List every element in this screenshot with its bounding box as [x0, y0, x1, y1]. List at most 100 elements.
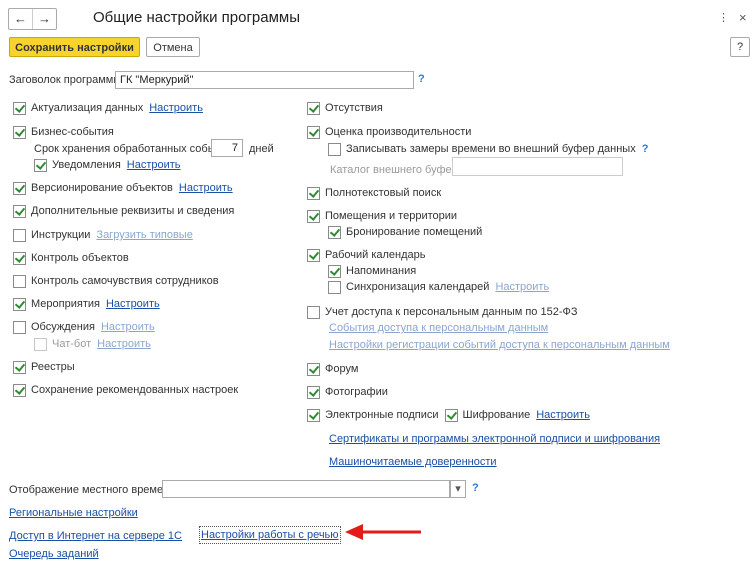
chatbot-checkbox[interactable]	[34, 337, 47, 351]
registers-row: Реестры	[13, 359, 75, 375]
cancel-button[interactable]: Отмена	[146, 37, 200, 57]
forward-icon[interactable]: →	[32, 9, 56, 29]
buffer-record-label: Записывать замеры времени во внешний буф…	[346, 143, 636, 155]
pd-access-row: Учет доступа к персональным данным по 15…	[307, 304, 578, 320]
pd-settings-link[interactable]: Настройки регистрации событий доступа к …	[329, 339, 670, 351]
versioning-row: Версионирование объектов Настроить	[13, 180, 233, 196]
registers-checkbox[interactable]	[13, 360, 26, 374]
reminders-checkbox[interactable]	[328, 264, 341, 278]
speech-settings-link[interactable]: Настройки работы с речью	[201, 529, 339, 541]
encryption-configure-link[interactable]: Настроить	[536, 409, 590, 421]
instructions-row: Инструкции Загрузить типовые	[13, 227, 193, 243]
calendar-sync-label: Синхронизация календарей	[346, 281, 490, 293]
extra-attrs-checkbox[interactable]	[13, 204, 26, 218]
photos-checkbox[interactable]	[307, 385, 320, 399]
pd-access-checkbox[interactable]	[307, 305, 320, 319]
calendar-sync-checkbox[interactable]	[328, 280, 341, 294]
recommended-checkbox[interactable]	[13, 383, 26, 397]
annotation-arrow-icon	[345, 524, 421, 540]
actualization-row: Актуализация данных Настроить	[13, 100, 203, 116]
buffer-catalog-input[interactable]	[452, 157, 623, 176]
events-row: Мероприятия Настроить	[13, 296, 160, 312]
notifications-configure-link[interactable]: Настроить	[127, 159, 181, 171]
chatbot-configure-link[interactable]: Настроить	[97, 338, 151, 350]
forum-checkbox[interactable]	[307, 362, 320, 376]
program-title-row: Заговолок программы:	[9, 72, 124, 88]
poa-link[interactable]: Машиночитаемые доверенности	[329, 456, 497, 468]
calendar-label: Рабочий календарь	[325, 249, 426, 261]
instructions-load-link[interactable]: Загрузить типовые	[96, 229, 192, 241]
local-time-select[interactable]	[162, 480, 450, 498]
retention-row: Срок хранения обработанных событий:	[34, 141, 236, 157]
dropdown-chevron-icon[interactable]: ▾	[450, 480, 466, 498]
wellbeing-checkbox[interactable]	[13, 274, 26, 288]
premises-label: Помещения и территории	[325, 210, 458, 222]
chatbot-row: Чат-бот Настроить	[34, 336, 151, 352]
extra-attrs-row: Дополнительные реквизиты и сведения	[13, 203, 234, 219]
back-icon[interactable]: ←	[9, 9, 32, 29]
encryption-checkbox[interactable]	[444, 408, 458, 422]
calendar-checkbox[interactable]	[307, 248, 320, 262]
encryption-label: Шифрование	[462, 409, 531, 421]
program-title-input[interactable]: ГК "Меркурий"	[115, 71, 414, 89]
jobs-row: Очередь заданий	[9, 546, 99, 562]
versioning-configure-link[interactable]: Настроить	[179, 182, 233, 194]
performance-checkbox[interactable]	[307, 125, 320, 139]
absences-checkbox[interactable]	[307, 101, 320, 115]
save-settings-button[interactable]: Сохранить настройки	[9, 37, 140, 57]
actualization-configure-link[interactable]: Настроить	[149, 102, 203, 114]
retention-unit-row: дней	[249, 141, 274, 157]
discussions-configure-link[interactable]: Настроить	[101, 321, 155, 333]
local-time-help-icon[interactable]: ?	[472, 482, 479, 494]
pd-events-row: События доступа к персональным данным	[329, 320, 548, 336]
premises-checkbox[interactable]	[307, 209, 320, 223]
reminders-label: Напоминания	[346, 265, 417, 277]
certs-link[interactable]: Сертификаты и программы электронной подп…	[329, 433, 660, 445]
events-checkbox[interactable]	[13, 297, 26, 311]
buffer-catalog-row: Каталог внешнего буфера:	[330, 162, 467, 178]
discussions-checkbox[interactable]	[13, 320, 26, 334]
versioning-label: Версионирование объектов	[31, 182, 173, 194]
events-configure-link[interactable]: Настроить	[106, 298, 160, 310]
wellbeing-label: Контроль самочувствия сотрудников	[31, 275, 219, 287]
buffer-record-help-icon[interactable]: ?	[642, 143, 649, 155]
business-events-row: Бизнес-события	[13, 124, 114, 140]
chatbot-label: Чат-бот	[52, 338, 92, 350]
internet-access-link[interactable]: Доступ в Интернет на сервере 1С	[9, 530, 182, 542]
local-time-row: Отображение местного времени:	[9, 482, 178, 498]
booking-checkbox[interactable]	[328, 225, 341, 239]
discussions-row: Обсуждения Настроить	[13, 319, 155, 335]
help-button[interactable]: ?	[730, 37, 750, 57]
fulltext-label: Полнотекстовый поиск	[325, 187, 442, 199]
buffer-record-checkbox[interactable]	[328, 142, 341, 156]
close-icon[interactable]: ×	[739, 10, 747, 25]
more-icon[interactable]: ⋮	[718, 11, 729, 24]
booking-label: Бронирование помещений	[346, 226, 483, 238]
recommended-label: Сохранение рекомендованных настроек	[31, 384, 239, 396]
program-title-help-icon[interactable]: ?	[418, 73, 425, 85]
versioning-checkbox[interactable]	[13, 181, 26, 195]
actualization-checkbox[interactable]	[13, 101, 26, 115]
object-control-checkbox[interactable]	[13, 251, 26, 265]
fulltext-checkbox[interactable]	[307, 186, 320, 200]
pd-events-link[interactable]: События доступа к персональным данным	[329, 322, 548, 334]
regional-settings-link[interactable]: Региональные настройки	[9, 507, 138, 519]
discussions-label: Обсуждения	[31, 321, 95, 333]
pd-settings-row: Настройки регистрации событий доступа к …	[329, 337, 670, 353]
actualization-label: Актуализация данных	[31, 102, 144, 114]
business-events-checkbox[interactable]	[13, 125, 26, 139]
absences-label: Отсутствия	[325, 102, 383, 114]
registers-label: Реестры	[31, 361, 75, 373]
object-control-row: Контроль объектов	[13, 250, 129, 266]
retention-label: Срок хранения обработанных событий:	[34, 143, 237, 155]
extra-attrs-label: Дополнительные реквизиты и сведения	[31, 205, 235, 217]
retention-days-input[interactable]: 7	[211, 139, 243, 157]
instructions-label: Инструкции	[31, 229, 91, 241]
job-queue-link[interactable]: Очередь заданий	[9, 548, 99, 560]
esign-checkbox[interactable]	[307, 408, 320, 422]
calendar-sync-configure-link[interactable]: Настроить	[495, 281, 549, 293]
local-time-label: Отображение местного времени:	[9, 484, 179, 496]
instructions-checkbox[interactable]	[13, 228, 26, 242]
notifications-checkbox[interactable]	[34, 158, 47, 172]
reminders-row: Напоминания	[328, 263, 416, 279]
